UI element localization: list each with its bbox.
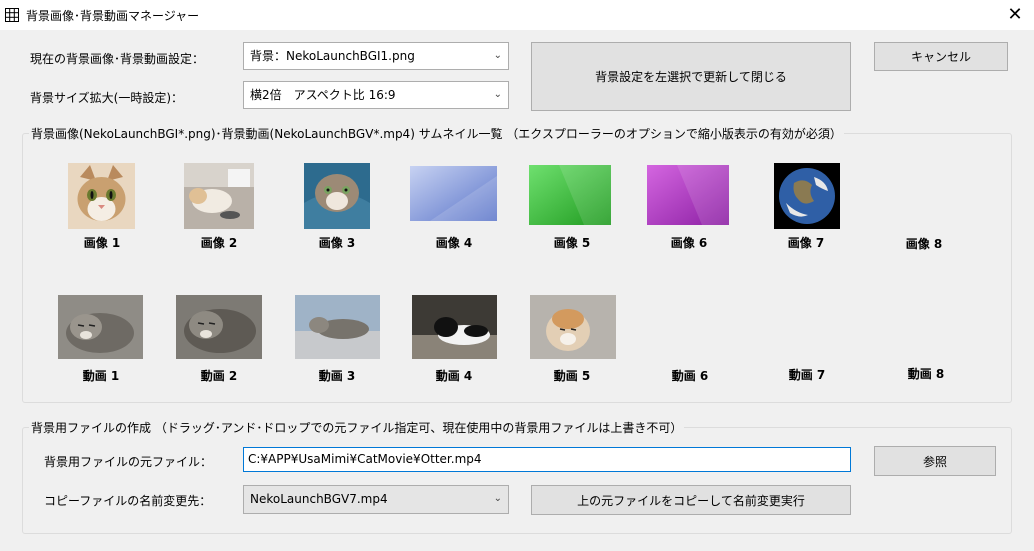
size-setting-select[interactable]: 横2倍 アスペクト比 16:9 ⌄ <box>243 81 509 109</box>
close-icon[interactable]: ✕ <box>1004 4 1026 26</box>
image-thumb-6[interactable] <box>647 165 729 225</box>
current-setting-select[interactable]: 背景：NekoLaunchBGI1.png ⌄ <box>243 42 509 70</box>
image-thumb-7[interactable] <box>774 163 840 229</box>
image-label-8: 画像 8 <box>905 237 943 251</box>
image-thumb-5[interactable] <box>529 165 611 225</box>
image-thumb-4[interactable] <box>410 166 497 221</box>
cat-blanket-photo <box>304 163 370 229</box>
source-file-input[interactable]: C:¥APP¥UsaMimi¥CatMovie¥Otter.mp4 <box>243 447 851 472</box>
video-thumb-3[interactable] <box>295 295 380 359</box>
video-label-1: 動画 1 <box>82 369 120 383</box>
browse-button[interactable]: 参照 <box>874 446 996 476</box>
blue-gradient <box>410 166 497 221</box>
create-file-group-title: 背景用ファイルの作成 （ドラッグ･アンド･ドロップでの元ファイル指定可、現在使用… <box>29 419 685 436</box>
apply-and-close-button[interactable]: 背景設定を左選択で更新して閉じる <box>531 42 851 111</box>
image-label-2: 画像 2 <box>200 236 238 250</box>
size-setting-value: 横2倍 アスペクト比 16:9 <box>250 88 396 102</box>
black-white-cat-video <box>412 295 497 359</box>
video-label-5: 動画 5 <box>553 369 591 383</box>
earth-photo <box>774 163 840 229</box>
create-file-group <box>22 427 1012 534</box>
cancel-button[interactable]: キャンセル <box>874 42 1008 71</box>
image-label-7: 画像 7 <box>787 236 825 250</box>
image-label-6: 画像 6 <box>670 236 708 250</box>
image-thumb-2[interactable] <box>184 163 254 229</box>
rename-target-value: NekoLaunchBGV7.mp4 <box>250 492 388 506</box>
video-label-2: 動画 2 <box>200 369 238 383</box>
thumbnail-group-title: 背景画像(NekoLaunchBGI*.png)･背景動画(NekoLaunch… <box>29 125 844 142</box>
copy-and-rename-button[interactable]: 上の元ファイルをコピーして名前変更実行 <box>531 485 851 515</box>
video-label-4: 動画 4 <box>435 369 473 383</box>
size-setting-label: 背景サイズ拡大(一時設定)： <box>30 91 184 105</box>
rename-target-select[interactable]: NekoLaunchBGV7.mp4 ⌄ <box>243 485 509 514</box>
green-gradient <box>529 165 611 225</box>
video-label-3: 動画 3 <box>318 369 356 383</box>
video-thumb-1[interactable] <box>58 295 143 359</box>
cat-desk-photo <box>184 163 254 229</box>
image-thumb-3[interactable] <box>304 163 370 229</box>
current-setting-value: 背景：NekoLaunchBGI1.png <box>250 49 415 63</box>
rename-target-label: コピーファイルの名前変更先： <box>44 494 212 508</box>
image-label-1: 画像 1 <box>83 236 121 250</box>
image-label-3: 画像 3 <box>318 236 356 250</box>
purple-gradient <box>647 165 729 225</box>
video-label-7: 動画 7 <box>788 368 826 382</box>
grid-app-icon <box>5 8 19 22</box>
chevron-down-icon: ⌄ <box>493 89 502 100</box>
video-label-8: 動画 8 <box>907 367 945 381</box>
sleeping-cat-video <box>58 295 143 359</box>
sleeping-cat-video <box>176 295 262 359</box>
cat-face-photo <box>68 163 135 229</box>
window-title: 背景画像･背景動画マネージャー <box>26 9 200 23</box>
video-thumb-2[interactable] <box>176 295 262 359</box>
image-label-4: 画像 4 <box>435 236 473 250</box>
chevron-down-icon: ⌄ <box>493 50 502 61</box>
video-label-6: 動画 6 <box>671 369 709 383</box>
image-thumb-1[interactable] <box>68 163 135 229</box>
chevron-down-icon: ⌄ <box>493 493 502 504</box>
current-setting-label: 現在の背景画像･背景動画設定： <box>30 52 205 66</box>
source-file-label: 背景用ファイルの元ファイル： <box>44 455 213 469</box>
thumbnail-group <box>22 133 1012 403</box>
video-thumb-5[interactable] <box>530 295 616 359</box>
video-thumb-4[interactable] <box>412 295 497 359</box>
image-label-5: 画像 5 <box>553 236 591 250</box>
lying-cat-video <box>295 295 380 359</box>
orange-cat-video <box>530 295 616 359</box>
